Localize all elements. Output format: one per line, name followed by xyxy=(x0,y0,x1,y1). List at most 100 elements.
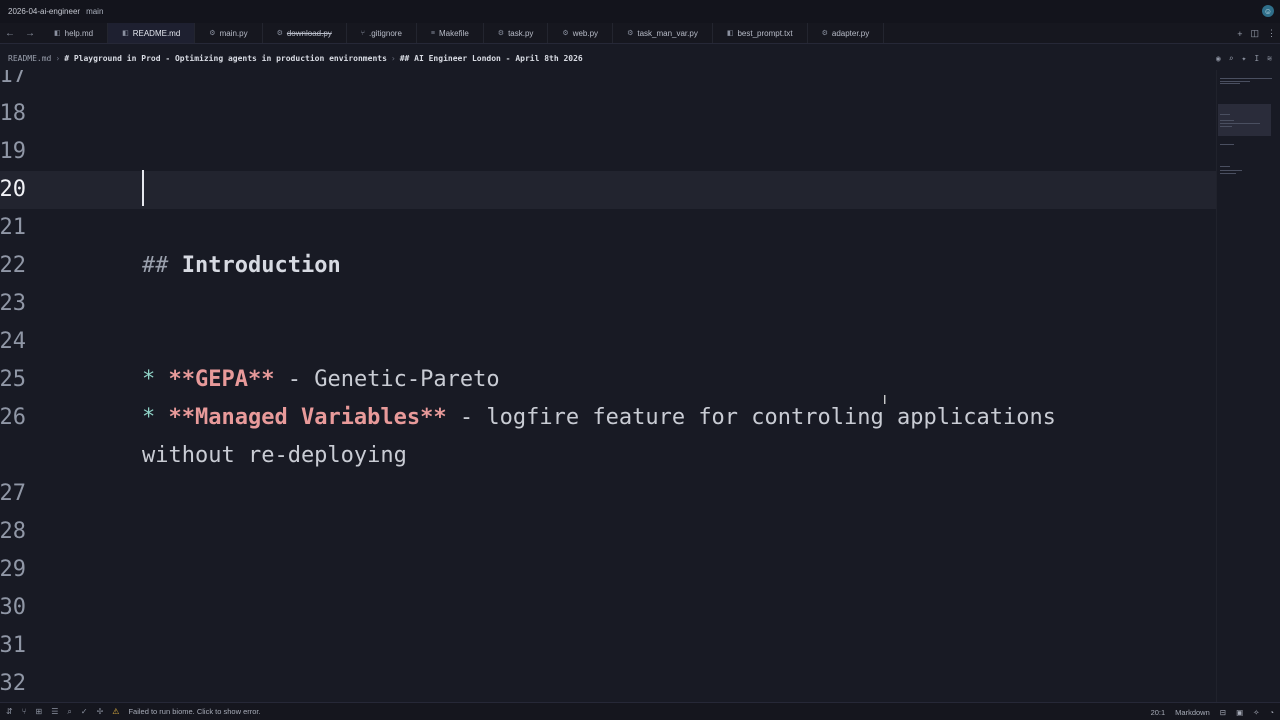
editor-line[interactable]: 23 xyxy=(0,285,1216,323)
editor-line[interactable]: 32 xyxy=(0,665,1216,702)
editor-line[interactable]: 17 xyxy=(0,70,1216,95)
book-icon: ◧ xyxy=(54,30,61,37)
minimap-line xyxy=(1220,166,1230,167)
bold-text: **Managed Variables** xyxy=(168,405,447,430)
editor-line[interactable]: 28 xyxy=(0,513,1216,551)
tab-adapter-py[interactable]: ⚙ adapter.py xyxy=(808,23,885,43)
preview-eye-icon[interactable]: ◉ xyxy=(1216,54,1221,63)
minimap-line xyxy=(1220,114,1230,115)
tab-label: best_prompt.txt xyxy=(737,28,793,38)
line-number: 21 xyxy=(0,215,26,240)
debug-icon[interactable]: ✢ xyxy=(97,707,104,716)
plus-icon[interactable]: + xyxy=(1237,29,1242,39)
format-icon[interactable]: ⊟ xyxy=(1220,708,1226,717)
tab-makefile[interactable]: ≡ Makefile xyxy=(417,23,484,43)
editor-line[interactable]: 26 * **Managed Variables** - logfire feat… xyxy=(0,399,1216,437)
editor-line[interactable]: 25 * **GEPA** - Genetic-Pareto xyxy=(0,361,1216,399)
tab-readme-md[interactable]: ◧ README.md xyxy=(108,23,196,43)
cursor-icon[interactable]: I xyxy=(1254,54,1259,63)
tab-bar: ← → ◧ help.md ◧ README.md ⚙ main.py ⚙ download.… xyxy=(0,23,1280,44)
python-icon: ⚙ xyxy=(209,30,216,37)
minimap-line xyxy=(1220,170,1242,171)
breadcrumb-actions: ◉ ⌕ ✦ I ≋ xyxy=(1216,48,1272,68)
minimap-line xyxy=(1220,144,1234,145)
tab-gitignore[interactable]: ⑂ .gitignore xyxy=(347,23,417,43)
plain-text: - logfire feature for controling applica… xyxy=(446,405,1056,430)
text-cursor xyxy=(142,170,144,206)
code-editor[interactable]: 17 18 19 20 21 22 ## Introduction 23 24 25 * **GEP… xyxy=(0,70,1280,702)
assistant-icon[interactable]: ✧ xyxy=(1253,708,1259,717)
editor-line[interactable]: 24 xyxy=(0,323,1216,361)
editor-line[interactable]: 18 xyxy=(0,95,1216,133)
mouse-ibeam-cursor: I xyxy=(883,393,887,407)
tab-main-py[interactable]: ⚙ main.py xyxy=(195,23,263,43)
editor-line[interactable]: 27 xyxy=(0,475,1216,513)
line-content[interactable]: * **Managed Variables** - logfire featur… xyxy=(142,399,1056,437)
tab-label: task.py xyxy=(508,28,534,38)
settings-icon[interactable]: ≋ xyxy=(1267,54,1272,63)
notifications-icon[interactable]: ◔ xyxy=(1269,708,1274,717)
cursor-position[interactable]: 20:1 xyxy=(1151,708,1166,717)
project-name[interactable]: 2026-04-ai-engineer xyxy=(8,7,80,16)
line-content[interactable]: ## Introduction xyxy=(142,247,341,285)
line-number: 28 xyxy=(0,519,26,544)
bold-text: **GEPA** xyxy=(168,367,275,392)
forward-arrow-icon[interactable]: → xyxy=(20,23,40,43)
python-icon: ⚙ xyxy=(497,30,505,37)
more-icon[interactable]: ⋮ xyxy=(1267,28,1276,39)
terminal-icon[interactable]: ▣ xyxy=(1236,708,1243,717)
status-bar: ⇵ ⑂ ⊞ ☰ ⌕ ✓ ✢ ⚠ Failed to run biome. Cli… xyxy=(0,702,1280,720)
breadcrumb-heading-1[interactable]: # Playground in Prod - Optimizing agents… xyxy=(64,54,387,63)
editor-wrapped-line[interactable]: without re-deploying xyxy=(0,437,1216,475)
status-right: 20:1 Markdown ⊟ ▣ ✧ ◔ xyxy=(1151,703,1274,720)
book-icon: ◧ xyxy=(122,30,129,37)
wrapped-text[interactable]: without re-deploying xyxy=(142,437,407,475)
editor-line[interactable]: 21 xyxy=(0,209,1216,247)
tab-best-prompt-txt[interactable]: ◧ best_prompt.txt xyxy=(713,23,808,43)
bullet-marker: * xyxy=(142,405,156,430)
tab-help-md[interactable]: ◧ help.md xyxy=(40,23,109,43)
python-icon: ⚙ xyxy=(627,30,634,37)
editor-line[interactable]: 31 xyxy=(0,627,1216,665)
minimap[interactable] xyxy=(1216,70,1280,702)
editor-line[interactable]: 29 xyxy=(0,551,1216,589)
line-number: 23 xyxy=(0,291,26,316)
sparkle-icon[interactable]: ✦ xyxy=(1242,54,1247,63)
line-number: 30 xyxy=(0,595,26,620)
tab-task-py[interactable]: ⚙ task.py xyxy=(484,23,549,43)
warning-icon[interactable]: ⚠ xyxy=(112,707,119,716)
back-arrow-icon[interactable]: ← xyxy=(0,23,20,43)
line-content[interactable]: * **GEPA** - Genetic-Pareto xyxy=(142,361,500,399)
tab-task-man-var-py[interactable]: ⚙ task_man_var.py xyxy=(613,23,713,43)
breadcrumb-file[interactable]: README.md xyxy=(8,54,51,63)
search-icon[interactable]: ⌕ xyxy=(1229,54,1234,63)
outline-icon[interactable]: ☰ xyxy=(51,707,58,716)
git-branch-icon[interactable]: ⑂ xyxy=(22,707,27,716)
search-icon[interactable]: ⌕ xyxy=(67,707,71,717)
check-icon[interactable]: ✓ xyxy=(81,707,88,716)
extensions-icon[interactable]: ⊞ xyxy=(36,707,43,716)
tab-label: Makefile xyxy=(439,28,469,38)
editor-line[interactable]: 19 xyxy=(0,133,1216,171)
sidebar-toggle-icon[interactable]: ⇵ xyxy=(6,707,13,716)
breadcrumb-heading-2[interactable]: ## AI Engineer London - April 8th 2026 xyxy=(400,54,583,63)
split-pane-icon[interactable]: ◫ xyxy=(1250,28,1259,39)
branch-name[interactable]: main xyxy=(86,7,103,16)
tab-download-py[interactable]: ⚙ download.py xyxy=(263,23,347,43)
editor-line[interactable]: 22 ## Introduction xyxy=(0,247,1216,285)
language-mode[interactable]: Markdown xyxy=(1175,708,1210,717)
line-number: 18 xyxy=(0,101,26,126)
editor-line[interactable]: 20 xyxy=(0,171,1216,209)
line-number: 26 xyxy=(0,405,26,430)
user-avatar-icon[interactable]: ☺ xyxy=(1262,5,1274,17)
line-number: 22 xyxy=(0,253,26,278)
file-icon: ≡ xyxy=(430,29,435,37)
python-icon: ⚙ xyxy=(562,30,569,37)
editor-line[interactable]: 30 xyxy=(0,589,1216,627)
tab-web-py[interactable]: ⚙ web.py xyxy=(548,23,614,43)
heading-marker: ## xyxy=(142,253,169,278)
tab-label: help.md xyxy=(64,28,94,38)
status-message[interactable]: Failed to run biome. Click to show error… xyxy=(128,707,260,716)
python-icon: ⚙ xyxy=(821,30,828,37)
tab-label: web.py xyxy=(572,28,599,38)
